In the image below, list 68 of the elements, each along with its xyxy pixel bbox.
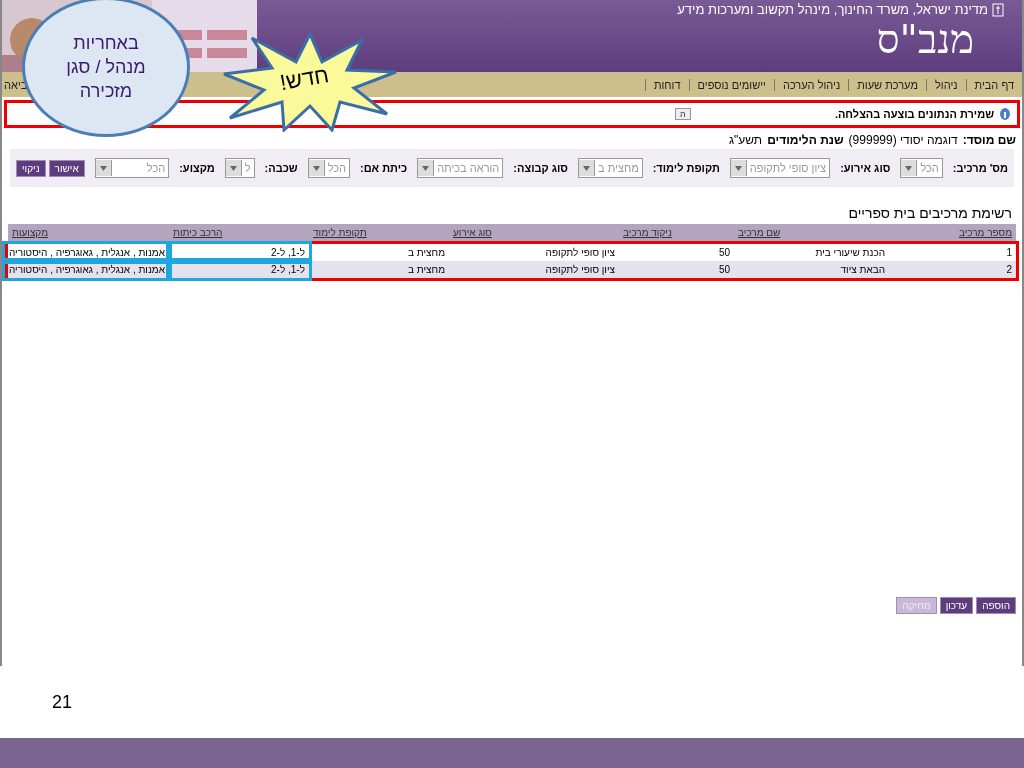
dropdown-arrow-icon [99,165,107,171]
table-cell-text: 2 [1005,263,1013,277]
table-cell-text: ציון סופי לתקופה [544,263,616,277]
collapse-button[interactable]: ה [675,108,691,120]
emblem-icon [992,2,1004,17]
dropdown-arrow-icon [422,165,430,171]
column-header[interactable]: שם מרכיב [734,227,889,238]
dropdown-arrow-icon [734,165,742,171]
table-cell: ל-1, ל-2 [169,261,309,278]
action-button[interactable]: עדכון [939,597,974,614]
filter-button[interactable]: אישור [48,159,85,177]
logo: מנב"ס [876,17,974,61]
slide-number: 21 [52,691,73,713]
column-header[interactable]: תקופת לימוד [309,227,449,238]
filter-label: שכבה: [264,162,298,174]
table-cell-text: ציון סופי לתקופה [544,246,616,260]
action-button[interactable]: הוספה [976,597,1016,614]
dropdown-arrow-icon [905,165,913,171]
filter-select[interactable]: הכל [94,158,170,178]
table-cell-text: הכנת שיעורי בית [814,246,886,260]
dropdown-arrow-icon [229,165,237,171]
ministry-title: מדינת ישראל, משרד החינוך, מינהל תקשוב ומערכות מידע [677,2,988,17]
filter-select[interactable]: ציון סופי לתקופה [729,158,831,178]
table-cell: אמנות , אנגלית , גאוגרפיה , היסטוריה [4,244,169,261]
table-cell-text: 50 [717,263,731,277]
table-cell-text: מחצית ב [407,263,446,277]
nav-link[interactable]: יישומים נוספים [688,78,774,91]
filter-label: מס' מרכיב: [952,162,1008,174]
info-icon [999,107,1011,121]
table-cell-text: הבאת ציוד [839,263,886,277]
filter-select[interactable]: מחצית ב [578,158,643,178]
column-header[interactable]: ניקוד מרכיב [619,227,734,238]
filter-label: סוג אירוע: [840,162,891,174]
table-cell: אמנות , אנגלית , גאוגרפיה , היסטוריה [4,261,169,278]
callout-text: מזכירה [79,80,133,103]
dropdown-arrow-icon [583,165,591,171]
callout-text: באחריות [73,32,139,55]
column-header[interactable]: מקצועות [8,227,169,238]
institution-name: דוגמה יסודי (999999) [848,133,958,147]
filter-select[interactable]: הוראה בכיתה [417,158,504,178]
filter-button[interactable]: ניקוי [16,159,46,177]
callout-text: מנהל / סגן [66,56,146,79]
table-title: רשימת מרכיבים בית ספריים [847,204,1013,223]
column-header[interactable]: הרכב כיתות [169,227,309,238]
nav-link[interactable]: ניהול [925,78,966,91]
table-cell-text: 50 [717,246,731,260]
dropdown-arrow-icon [312,165,320,171]
table-cell-text: 1 [1005,246,1013,260]
filter-label: תקופת לימוד: [652,162,720,174]
filter-select[interactable]: הכל [900,158,943,178]
column-header[interactable]: מספר מרכיב [889,227,1016,238]
filter-label: כיתת אם: [360,162,408,174]
nav-link[interactable]: דף הבית [965,78,1022,91]
column-header[interactable]: סוג אירוע [449,227,619,238]
filter-label: סוג קבוצה: [513,162,569,174]
nav-link[interactable]: מערכת שעות [848,78,926,91]
callout-text: חדש! [278,61,331,97]
table-cell: ל-1, ל-2 [169,244,309,261]
nav-link[interactable]: דוחות [644,78,689,91]
year-label: שנת הלימודים [767,133,844,147]
filter-select[interactable]: ל [224,158,255,178]
school-year: תשע"ג [729,133,763,147]
success-message: שמירת הנתונים בוצעה בהצלחה. [834,108,994,120]
filter-label: מקצוע: [179,162,215,174]
table-cell-text: מחצית ב [407,246,446,260]
nav-link[interactable]: ניהול הערכה [773,78,849,91]
institution-label: שם מוסד: [962,133,1016,147]
filter-select[interactable]: הכל [307,158,350,178]
